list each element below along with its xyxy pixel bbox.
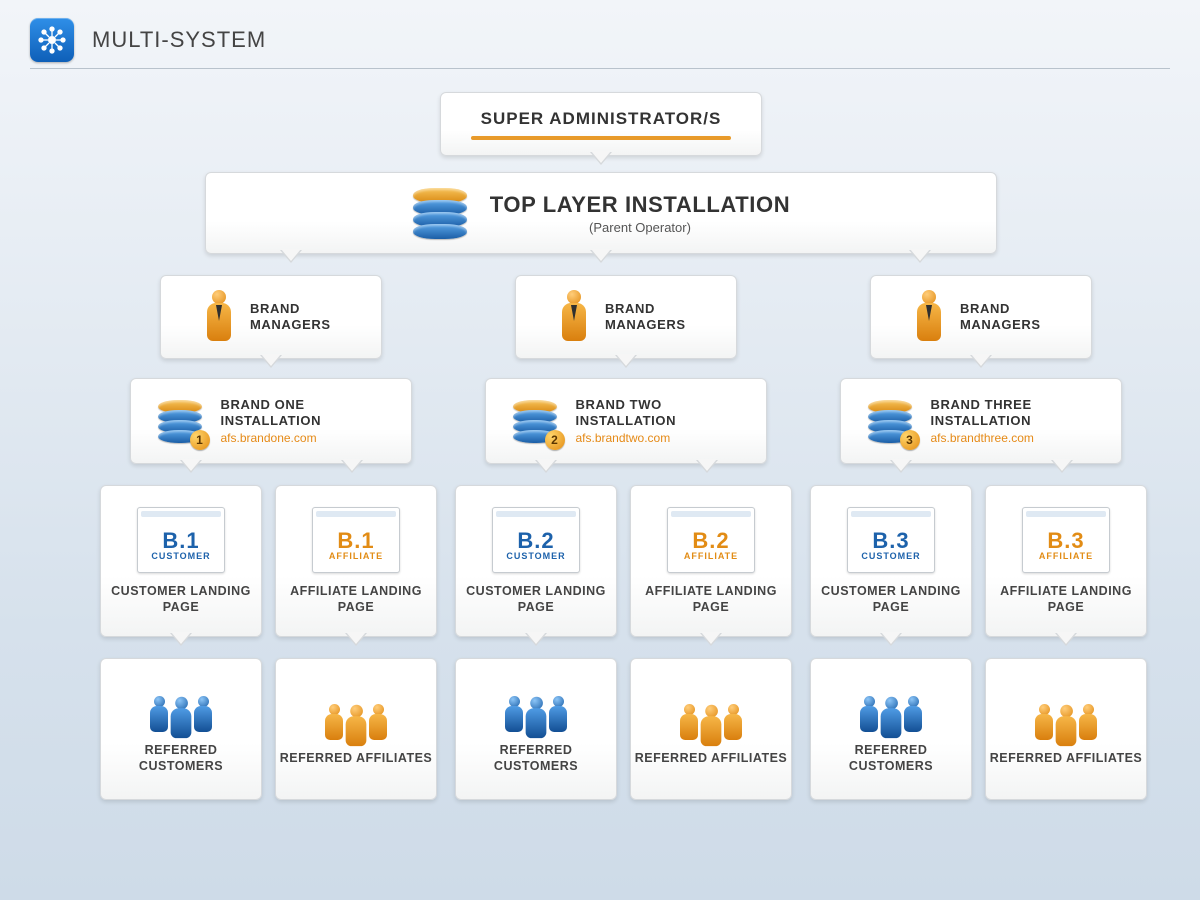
brand-install-title: BRAND THREE INSTALLATION bbox=[931, 397, 1096, 430]
affiliate-landing-label: AFFILIATE LANDING PAGE bbox=[986, 583, 1146, 616]
referred-affiliates-node: REFERRED AFFILIATES bbox=[985, 658, 1147, 800]
top-layer-title: TOP LAYER INSTALLATION bbox=[490, 191, 790, 219]
brand-manager-node: BRAND MANAGERS bbox=[160, 275, 382, 359]
people-group-icon bbox=[317, 692, 395, 740]
database-icon bbox=[412, 188, 468, 239]
browser-page-icon: B.2 AFFILIATE bbox=[667, 507, 755, 573]
affiliate-landing-label: AFFILIATE LANDING PAGE bbox=[276, 583, 436, 616]
brand-install-node: 1 BRAND ONE INSTALLATION afs.brandone.co… bbox=[130, 378, 412, 464]
customer-landing-label: CUSTOMER LANDING PAGE bbox=[456, 583, 616, 616]
referred-customers-label: REFERRED CUSTOMERS bbox=[101, 742, 261, 775]
referred-affiliates-label: REFERRED AFFILIATES bbox=[280, 750, 433, 766]
customer-landing-node: B.3 CUSTOMER CUSTOMER LANDING PAGE bbox=[810, 485, 972, 637]
browser-page-icon: B.1 CUSTOMER bbox=[137, 507, 225, 573]
customer-landing-node: B.1 CUSTOMER CUSTOMER LANDING PAGE bbox=[100, 485, 262, 637]
referred-affiliates-node: REFERRED AFFILIATES bbox=[630, 658, 792, 800]
person-icon bbox=[912, 290, 946, 344]
people-group-icon bbox=[142, 684, 220, 732]
people-group-icon bbox=[497, 684, 575, 732]
super-admin-node: SUPER ADMINISTRATOR/S bbox=[440, 92, 762, 156]
brand-install-title: BRAND TWO INSTALLATION bbox=[576, 397, 741, 430]
header-divider bbox=[30, 68, 1170, 69]
referred-affiliates-node: REFERRED AFFILIATES bbox=[275, 658, 437, 800]
referred-customers-label: REFERRED CUSTOMERS bbox=[456, 742, 616, 775]
person-icon bbox=[202, 290, 236, 344]
people-group-icon bbox=[672, 692, 750, 740]
orange-underline bbox=[471, 136, 731, 140]
people-group-icon bbox=[1027, 692, 1105, 740]
browser-page-icon: B.3 CUSTOMER bbox=[847, 507, 935, 573]
brand-badge: 1 bbox=[190, 430, 210, 450]
brand-install-node: 2 BRAND TWO INSTALLATION afs.brandtwo.co… bbox=[485, 378, 767, 464]
super-admin-title: SUPER ADMINISTRATOR/S bbox=[481, 108, 722, 129]
browser-page-icon: B.1 AFFILIATE bbox=[312, 507, 400, 573]
brand-manager-label: BRAND MANAGERS bbox=[960, 301, 1050, 334]
people-group-icon bbox=[852, 684, 930, 732]
referred-affiliates-label: REFERRED AFFILIATES bbox=[990, 750, 1143, 766]
browser-page-icon: B.2 CUSTOMER bbox=[492, 507, 580, 573]
affiliate-landing-node: B.1 AFFILIATE AFFILIATE LANDING PAGE bbox=[275, 485, 437, 637]
database-icon: 1 bbox=[157, 400, 203, 443]
affiliate-landing-node: B.2 AFFILIATE AFFILIATE LANDING PAGE bbox=[630, 485, 792, 637]
top-layer-node: TOP LAYER INSTALLATION (Parent Operator) bbox=[205, 172, 997, 254]
brand-install-url: afs.brandone.com bbox=[221, 431, 386, 445]
affiliate-landing-label: AFFILIATE LANDING PAGE bbox=[631, 583, 791, 616]
browser-page-icon: B.3 AFFILIATE bbox=[1022, 507, 1110, 573]
person-icon bbox=[557, 290, 591, 344]
customer-landing-label: CUSTOMER LANDING PAGE bbox=[811, 583, 971, 616]
customer-landing-node: B.2 CUSTOMER CUSTOMER LANDING PAGE bbox=[455, 485, 617, 637]
brand-install-url: afs.brandtwo.com bbox=[576, 431, 741, 445]
brand-manager-label: BRAND MANAGERS bbox=[250, 301, 340, 334]
referred-affiliates-label: REFERRED AFFILIATES bbox=[635, 750, 788, 766]
page-title: MULTI-SYSTEM bbox=[92, 27, 266, 53]
top-layer-subtitle: (Parent Operator) bbox=[490, 220, 790, 235]
referred-customers-node: REFERRED CUSTOMERS bbox=[810, 658, 972, 800]
brand-install-title: BRAND ONE INSTALLATION bbox=[221, 397, 386, 430]
brand-badge: 3 bbox=[900, 430, 920, 450]
referred-customers-node: REFERRED CUSTOMERS bbox=[455, 658, 617, 800]
brand-manager-node: BRAND MANAGERS bbox=[515, 275, 737, 359]
database-icon: 3 bbox=[867, 400, 913, 443]
brand-install-url: afs.brandthree.com bbox=[931, 431, 1096, 445]
referred-customers-node: REFERRED CUSTOMERS bbox=[100, 658, 262, 800]
referred-customers-label: REFERRED CUSTOMERS bbox=[811, 742, 971, 775]
customer-landing-label: CUSTOMER LANDING PAGE bbox=[101, 583, 261, 616]
hub-icon bbox=[30, 18, 74, 62]
brand-badge: 2 bbox=[545, 430, 565, 450]
affiliate-landing-node: B.3 AFFILIATE AFFILIATE LANDING PAGE bbox=[985, 485, 1147, 637]
brand-install-node: 3 BRAND THREE INSTALLATION afs.brandthre… bbox=[840, 378, 1122, 464]
brand-manager-node: BRAND MANAGERS bbox=[870, 275, 1092, 359]
brand-manager-label: BRAND MANAGERS bbox=[605, 301, 695, 334]
database-icon: 2 bbox=[512, 400, 558, 443]
